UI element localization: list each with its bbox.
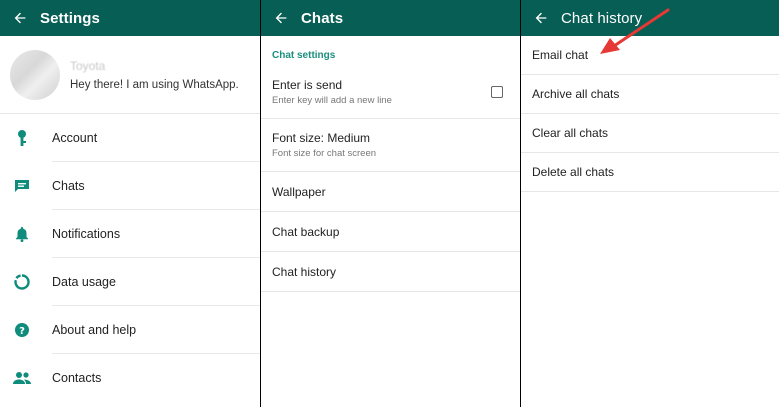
settings-app-bar: Settings xyxy=(0,0,260,36)
pref-subtitle: Enter key will add a new line xyxy=(272,95,392,106)
settings-item-label: Data usage xyxy=(52,258,260,306)
archive-all-chats-item[interactable]: Archive all chats xyxy=(521,75,779,114)
help-icon: ? xyxy=(0,322,52,338)
section-header-chat-settings: Chat settings xyxy=(272,50,336,61)
pref-chat-history[interactable]: Chat history xyxy=(261,252,520,292)
page-title: Settings xyxy=(40,9,100,27)
clear-all-chats-item[interactable]: Clear all chats xyxy=(521,114,779,153)
profile-name: Toyota xyxy=(70,58,106,73)
settings-item-data-usage[interactable]: Data usage xyxy=(0,258,260,306)
back-arrow-icon[interactable] xyxy=(521,10,561,26)
data-usage-icon xyxy=(0,274,52,290)
settings-item-label: Chats xyxy=(52,162,260,210)
chat-history-screen: Chat history Email chat Archive all chat… xyxy=(521,0,779,407)
settings-item-label: Account xyxy=(52,114,260,162)
settings-item-label: About and help xyxy=(52,306,260,354)
settings-list: Account Chats Notifications Data usage ?… xyxy=(0,114,260,402)
key-icon xyxy=(0,129,52,147)
settings-item-label: Notifications xyxy=(52,210,260,258)
pref-title: Chat history xyxy=(272,264,337,279)
settings-item-about-help[interactable]: ? About and help xyxy=(0,306,260,354)
chat-icon xyxy=(0,179,52,193)
bell-icon xyxy=(0,226,52,242)
settings-item-label: Contacts xyxy=(52,371,102,385)
contacts-icon xyxy=(0,371,52,385)
pref-font-size[interactable]: Font size: Medium Font size for chat scr… xyxy=(261,119,520,172)
chats-app-bar: Chats xyxy=(261,0,520,36)
page-title: Chats xyxy=(301,9,344,27)
profile-row[interactable]: Toyota Hey there! I am using WhatsApp. xyxy=(0,36,260,114)
pref-enter-is-send[interactable]: Enter is send Enter key will add a new l… xyxy=(261,66,520,119)
chat-history-app-bar: Chat history xyxy=(521,0,779,36)
enter-is-send-checkbox[interactable] xyxy=(491,86,503,98)
pref-title: Chat backup xyxy=(272,224,340,239)
settings-item-chats[interactable]: Chats xyxy=(0,162,260,210)
pref-title: Font size: Medium xyxy=(272,131,371,145)
chats-screen: Chats Chat settings Enter is send Enter … xyxy=(261,0,520,407)
email-chat-item[interactable]: Email chat xyxy=(521,36,779,75)
delete-all-chats-item[interactable]: Delete all chats xyxy=(521,153,779,192)
pref-title: Enter is send xyxy=(272,78,343,92)
pref-wallpaper[interactable]: Wallpaper xyxy=(261,172,520,212)
pref-title: Wallpaper xyxy=(272,184,326,199)
profile-status: Hey there! I am using WhatsApp. xyxy=(70,78,239,91)
avatar[interactable] xyxy=(10,49,60,100)
settings-item-contacts[interactable]: Contacts xyxy=(0,354,260,402)
back-arrow-icon[interactable] xyxy=(0,10,40,26)
page-title: Chat history xyxy=(561,9,643,27)
settings-item-account[interactable]: Account xyxy=(0,114,260,162)
settings-screen: Settings Toyota Hey there! I am using Wh… xyxy=(0,0,260,407)
pref-subtitle: Font size for chat screen xyxy=(272,148,377,159)
settings-item-notifications[interactable]: Notifications xyxy=(0,210,260,258)
svg-text:?: ? xyxy=(19,326,25,337)
back-arrow-icon[interactable] xyxy=(261,10,301,26)
pref-chat-backup[interactable]: Chat backup xyxy=(261,212,520,252)
